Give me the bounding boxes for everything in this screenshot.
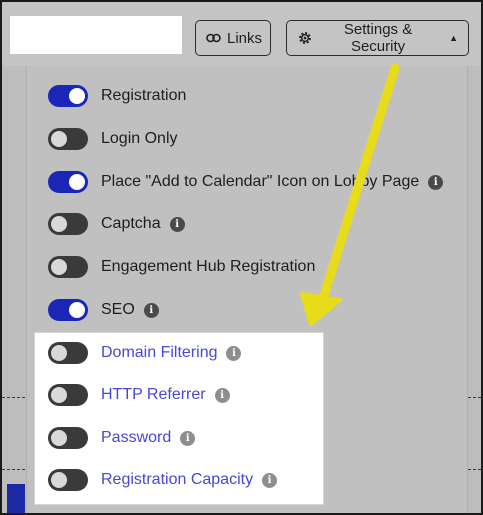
option-login-only: Login Only <box>48 127 178 151</box>
info-icon[interactable]: i <box>428 174 444 190</box>
caret-up-icon: ▲ <box>449 33 458 43</box>
option-captcha: Captcha i <box>48 212 185 236</box>
toggle-switch[interactable] <box>48 384 88 406</box>
toggle-switch[interactable] <box>48 469 88 491</box>
option-label: Place "Add to Calendar" Icon on Lobby Pa… <box>101 173 420 190</box>
toggle-switch[interactable] <box>48 342 88 364</box>
toggle-switch[interactable] <box>48 171 88 193</box>
info-icon[interactable]: i <box>180 430 196 446</box>
option-add-to-calendar: Place "Add to Calendar" Icon on Lobby Pa… <box>48 170 444 194</box>
option-registration: Registration <box>48 84 186 108</box>
option-password: Password i <box>48 426 196 450</box>
info-icon[interactable]: i <box>214 387 230 403</box>
option-label: Registration <box>101 87 187 104</box>
toggle-switch[interactable] <box>48 128 88 150</box>
settings-security-button[interactable]: Settings & Security ▲ <box>286 20 469 56</box>
toggle-switch[interactable] <box>48 299 88 321</box>
info-icon[interactable]: i <box>143 302 159 318</box>
links-button-label: Links <box>227 29 263 47</box>
toolbar: Links Settings & Security ▲ <box>2 2 481 66</box>
info-icon[interactable]: i <box>262 472 278 488</box>
option-domain-filtering: Domain Filtering i <box>48 341 242 365</box>
page-side-block <box>7 484 25 513</box>
option-seo: SEO i <box>48 298 159 322</box>
option-label: Login Only <box>101 130 178 147</box>
option-label[interactable]: HTTP Referrer <box>101 386 206 404</box>
title-input-box[interactable] <box>10 16 182 54</box>
link-icon <box>206 33 221 43</box>
toggle-switch[interactable] <box>48 427 88 449</box>
toggle-switch[interactable] <box>48 213 88 235</box>
links-button[interactable]: Links <box>195 20 271 56</box>
settings-security-label: Settings & Security <box>343 21 413 55</box>
option-label[interactable]: Domain Filtering <box>101 344 217 362</box>
toggle-switch[interactable] <box>48 256 88 278</box>
option-label: Captcha <box>101 215 161 232</box>
gear-icon <box>299 32 311 44</box>
app-window: Links Settings & Security ▲ Registration… <box>0 0 483 515</box>
option-label[interactable]: Password <box>101 429 171 447</box>
info-icon[interactable]: i <box>169 216 185 232</box>
option-label[interactable]: Registration Capacity <box>101 471 253 489</box>
toggle-switch[interactable] <box>48 85 88 107</box>
option-label: SEO <box>101 301 135 318</box>
option-engagement-hub-registration: Engagement Hub Registration <box>48 255 315 279</box>
info-icon[interactable]: i <box>226 345 242 361</box>
option-registration-capacity: Registration Capacity i <box>48 468 278 492</box>
option-label: Engagement Hub Registration <box>101 258 316 275</box>
option-http-referrer: HTTP Referrer i <box>48 383 230 407</box>
